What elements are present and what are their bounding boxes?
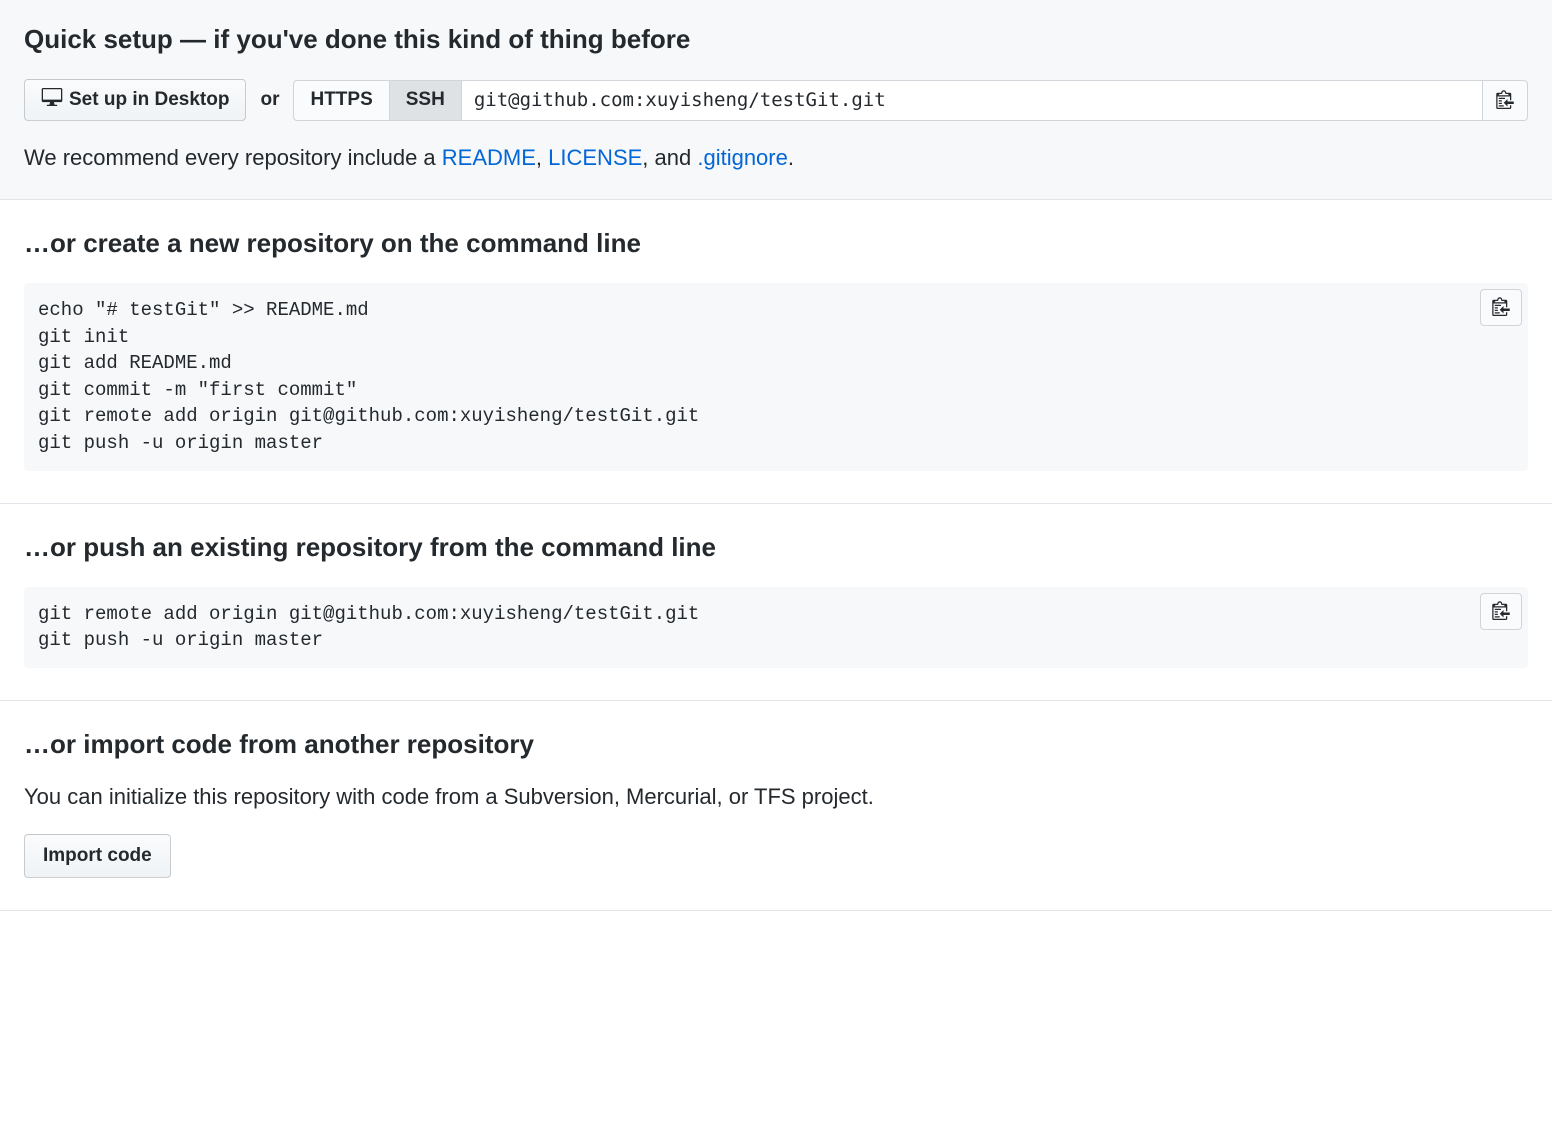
copy-create-code-button[interactable] <box>1480 289 1522 326</box>
https-toggle[interactable]: HTTPS <box>293 80 388 121</box>
quick-setup-panel: Quick setup — if you've done this kind o… <box>0 0 1552 200</box>
import-code-button[interactable]: Import code <box>24 834 171 878</box>
create-repo-section: …or create a new repository on the comma… <box>0 200 1552 504</box>
ssh-toggle[interactable]: SSH <box>389 80 462 121</box>
clipboard-icon <box>1491 296 1511 319</box>
recommend-text: We recommend every repository include a … <box>24 145 1528 171</box>
clipboard-icon <box>1495 89 1515 112</box>
create-repo-heading: …or create a new repository on the comma… <box>24 228 1528 259</box>
clone-url-input[interactable] <box>462 80 1482 121</box>
protocol-toggle-group: HTTPS SSH <box>293 80 1528 121</box>
quick-setup-heading: Quick setup — if you've done this kind o… <box>24 24 1528 55</box>
desktop-icon <box>41 88 63 112</box>
setup-desktop-button[interactable]: Set up in Desktop <box>24 79 246 121</box>
import-heading: …or import code from another repository <box>24 729 1528 760</box>
push-code-block: git remote add origin git@github.com:xuy… <box>24 587 1528 668</box>
license-link[interactable]: LICENSE <box>548 145 642 170</box>
create-code-block: echo "# testGit" >> README.md git init g… <box>24 283 1528 471</box>
copy-push-code-button[interactable] <box>1480 593 1522 630</box>
readme-link[interactable]: README <box>442 145 536 170</box>
push-code-wrapper: git remote add origin git@github.com:xuy… <box>24 587 1528 668</box>
push-repo-section: …or push an existing repository from the… <box>0 504 1552 701</box>
gitignore-link[interactable]: .gitignore <box>697 145 788 170</box>
import-description: You can initialize this repository with … <box>24 784 1528 810</box>
push-repo-heading: …or push an existing repository from the… <box>24 532 1528 563</box>
or-text: or <box>260 89 279 111</box>
create-code-wrapper: echo "# testGit" >> README.md git init g… <box>24 283 1528 471</box>
import-section: …or import code from another repository … <box>0 701 1552 911</box>
copy-url-button[interactable] <box>1482 80 1528 121</box>
setup-row: Set up in Desktop or HTTPS SSH <box>24 79 1528 121</box>
clipboard-icon <box>1491 600 1511 623</box>
setup-desktop-label: Set up in Desktop <box>69 89 229 111</box>
